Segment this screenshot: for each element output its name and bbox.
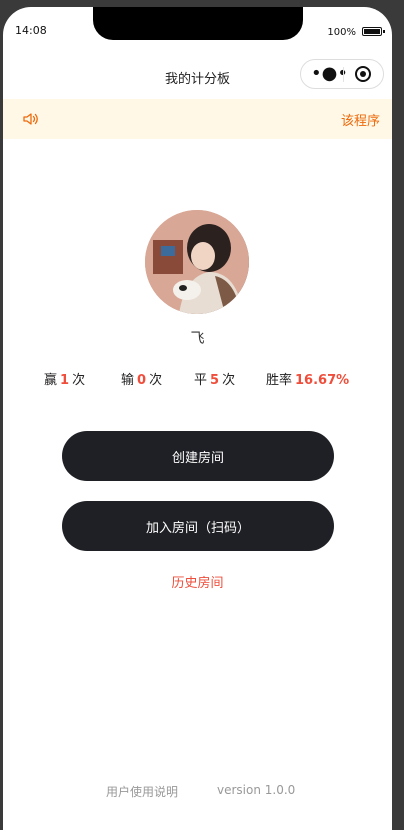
username: 飞 bbox=[190, 331, 205, 347]
stat-wins: 赢1次 bbox=[44, 369, 85, 388]
stat-value: 1 bbox=[60, 373, 70, 388]
stat-value: 5 bbox=[210, 373, 220, 388]
stat-suffix: 次 bbox=[222, 373, 236, 388]
stat-label: 赢 bbox=[44, 373, 58, 388]
notice-bar: 该程序 bbox=[3, 99, 392, 139]
phone-screen: 14:08 100% 我的计分板 •●• 该程序 飞 赢 1 次 输 0 次 平… bbox=[3, 7, 392, 830]
stat-draws: 平5次 bbox=[194, 369, 235, 388]
stat-value: 16.67% bbox=[295, 373, 350, 388]
avatar-photo bbox=[145, 210, 249, 314]
battery-icon bbox=[362, 27, 385, 36]
avatar[interactable] bbox=[145, 210, 249, 314]
status-time: 14:08 bbox=[15, 24, 47, 37]
history-rooms-link[interactable]: 历史房间 bbox=[3, 572, 392, 591]
stat-suffix: 次 bbox=[149, 373, 163, 388]
version-label: version 1.0.0 bbox=[217, 783, 296, 797]
more-icon[interactable]: •●• bbox=[311, 64, 348, 84]
battery-percent: 100% bbox=[327, 27, 356, 38]
create-room-button[interactable]: 创建房间 bbox=[62, 431, 334, 481]
stat-label: 胜率 bbox=[266, 373, 293, 388]
footer: 用户使用说明 version 1.0.0 bbox=[3, 783, 392, 801]
stat-losses: 输0次 bbox=[121, 369, 162, 388]
speaker-icon bbox=[23, 113, 38, 125]
stat-label: 输 bbox=[121, 373, 135, 388]
miniprogram-capsule: •●• bbox=[300, 59, 384, 89]
stat-suffix: 次 bbox=[72, 373, 86, 388]
stat-win-rate: 胜率 16.67% bbox=[266, 369, 352, 388]
join-room-button[interactable]: 加入房间（扫码） bbox=[62, 501, 334, 551]
user-manual-link[interactable]: 用户使用说明 bbox=[106, 783, 178, 800]
close-icon[interactable] bbox=[355, 66, 371, 82]
notice-text: 该程序 bbox=[341, 114, 381, 129]
stat-value: 0 bbox=[137, 373, 147, 388]
stats-row: 赢1次 输0次 平5次 胜率 16.67% bbox=[3, 369, 392, 389]
camera-notch bbox=[93, 7, 303, 40]
stat-label: 平 bbox=[194, 373, 208, 388]
capsule-divider bbox=[343, 67, 344, 82]
status-bar: 14:08 100% bbox=[3, 7, 392, 47]
